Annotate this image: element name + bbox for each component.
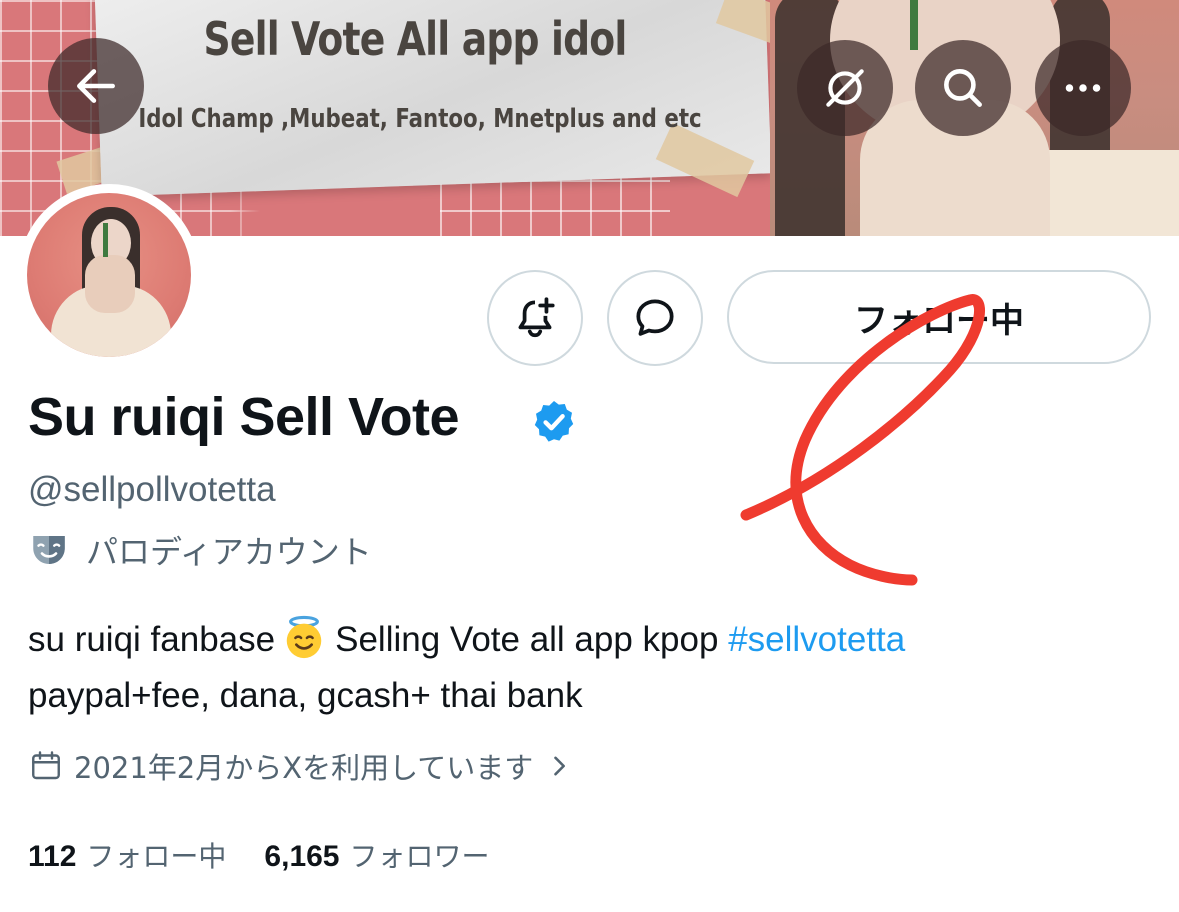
illustration-straw xyxy=(910,0,918,50)
bio-line-1: su ruiqi fanbase Selling Vote all app kp… xyxy=(28,612,1148,668)
notifications-button[interactable] xyxy=(487,270,583,366)
bio-text: Selling Vote all app kpop xyxy=(335,620,719,659)
following-label: フォロー中 xyxy=(86,840,227,873)
smiling-face-with-halo-icon xyxy=(286,615,322,659)
banner-subtitle: Idol Champ ,Mubeat, Fantoo, Mnetplus and… xyxy=(138,104,702,134)
parody-label: パロディアカウント xyxy=(86,533,372,571)
followers-stat[interactable]: 6,165 フォロワー xyxy=(264,835,489,875)
message-button[interactable] xyxy=(607,270,703,366)
avatar[interactable] xyxy=(18,184,200,366)
notification-bell-plus-icon xyxy=(518,297,555,338)
back-button[interactable] xyxy=(48,38,144,134)
profile-bio: su ruiqi fanbase Selling Vote all app kp… xyxy=(28,612,1148,724)
calendar-icon xyxy=(32,751,60,780)
search-icon xyxy=(944,69,982,107)
avatar-image xyxy=(27,193,191,357)
back-arrow-icon xyxy=(77,69,115,103)
joined-date-row[interactable]: 2021年2月からXを利用しています xyxy=(28,744,573,788)
translate-off-icon xyxy=(826,69,864,107)
more-options-button[interactable] xyxy=(1035,40,1131,136)
more-icon xyxy=(1065,84,1101,92)
hashtag-link[interactable]: #sellvotetta xyxy=(728,620,905,659)
avatar-straw xyxy=(103,223,108,257)
following-button[interactable]: フォロー中 xyxy=(727,270,1151,364)
bio-line-2: paypal+fee, dana, gcash+ thai bank xyxy=(28,676,583,715)
translate-toggle-button[interactable] xyxy=(797,40,893,136)
display-name: Su ruiqi Sell Vote xyxy=(28,387,460,447)
bio-text: su ruiqi fanbase xyxy=(28,620,276,659)
search-button[interactable] xyxy=(915,40,1011,136)
banner-title: Sell Vote All app idol xyxy=(203,12,627,66)
parody-label-row[interactable]: パロディアカウント xyxy=(28,528,372,572)
profile-banner[interactable]: Sell Vote All app idol Idol Champ ,Mubea… xyxy=(0,0,1179,236)
following-count: 112 xyxy=(28,840,77,873)
followers-count: 6,165 xyxy=(264,840,340,873)
follow-stats: 112 フォロー中 6,165 フォロワー xyxy=(28,834,490,876)
verified-badge-icon[interactable] xyxy=(530,398,578,446)
following-stat[interactable]: 112 フォロー中 xyxy=(28,835,226,875)
avatar-hands xyxy=(85,255,135,313)
illustration-sweater xyxy=(1040,150,1179,236)
joined-date: 2021年2月からXを利用しています xyxy=(74,751,534,785)
message-bubble-icon xyxy=(636,299,674,336)
chevron-right-icon xyxy=(554,756,566,776)
profile-handle: @sellpollvotetta xyxy=(28,470,276,509)
followers-label: フォロワー xyxy=(349,840,490,873)
theater-mask-icon xyxy=(33,536,65,564)
